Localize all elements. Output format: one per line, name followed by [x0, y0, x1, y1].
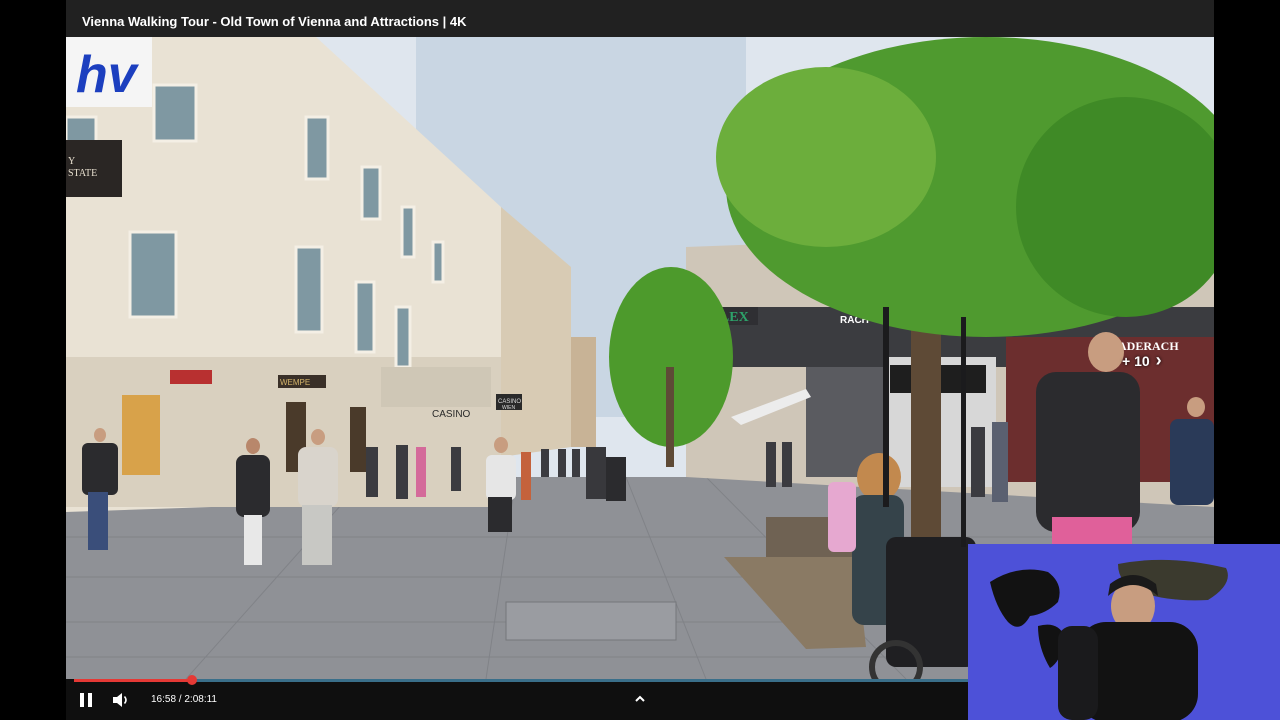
pause-button[interactable] — [80, 693, 94, 707]
progress-played — [74, 679, 193, 682]
svg-text:WIEN: WIEN — [502, 405, 515, 411]
webcam-overlay — [968, 544, 1280, 720]
volume-icon — [113, 693, 127, 707]
video-title: Vienna Walking Tour - Old Town of Vienna… — [66, 0, 1214, 37]
time-display: 16:58 / 2:08:11 — [151, 694, 217, 705]
seek-forward-indicator: + 10 › — [1122, 350, 1162, 371]
pause-icon — [80, 693, 84, 707]
expand-button[interactable] — [632, 692, 648, 706]
hv-logo: hv — [76, 46, 140, 104]
chevron-right-icon: › — [1155, 350, 1162, 370]
current-time: 16:58 — [151, 694, 177, 705]
progress-bar[interactable] — [74, 675, 968, 685]
player-controls: 16:58 / 2:08:11 — [66, 675, 968, 720]
svg-text:Y: Y — [68, 156, 75, 167]
webcam-feed — [968, 544, 1280, 720]
chevron-up-icon — [635, 695, 645, 702]
svg-text:STATE: STATE — [68, 168, 97, 179]
casino-sign: CASINO — [432, 409, 471, 420]
progress-scrubber[interactable] — [187, 675, 198, 685]
wempe-sign: WEMPE — [280, 378, 310, 387]
volume-button[interactable] — [112, 692, 130, 708]
seek-amount: + 10 — [1122, 352, 1150, 369]
duration: 2:08:11 — [184, 694, 217, 705]
